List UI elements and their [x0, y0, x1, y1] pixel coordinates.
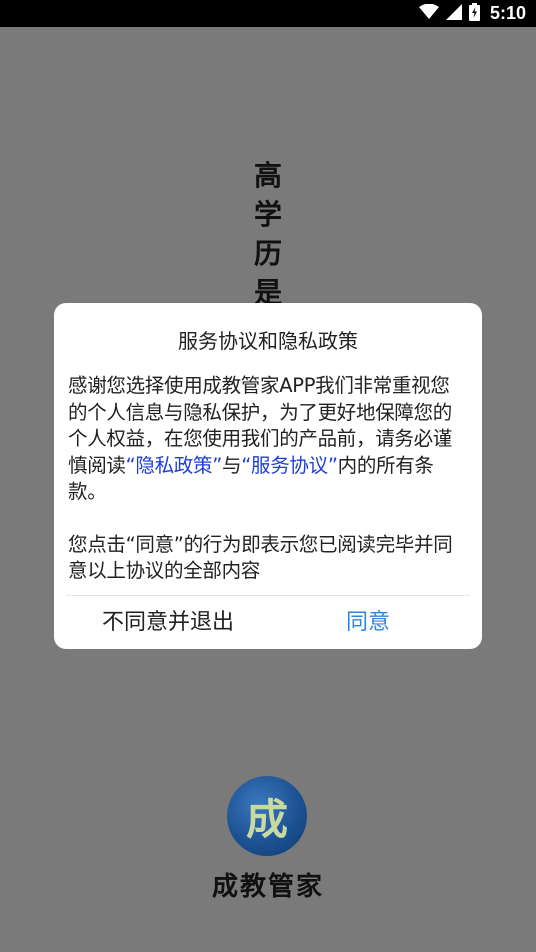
slogan-text: 高 学 历 是 [248, 156, 288, 312]
app-screen: 5:10 高 学 历 是 成 成教管家 服务协议和隐私政策 感谢您选择使用成教管… [0, 0, 536, 952]
battery-icon [468, 2, 480, 25]
dialog-body: 感谢您选择使用成教管家APP我们非常重视您的个人信息与隐私保护，为了更好地保障您… [68, 373, 468, 585]
service-agreement-link[interactable]: “服务协议” [241, 454, 338, 477]
signal-icon [445, 3, 462, 24]
privacy-dialog: 服务协议和隐私政策 感谢您选择使用成教管家APP我们非常重视您的个人信息与隐私保… [54, 303, 482, 649]
status-bar: 5:10 [0, 0, 536, 27]
slogan-char: 学 [253, 198, 282, 231]
wifi-icon [418, 3, 439, 24]
status-icons: 5:10 [418, 0, 526, 27]
brand-name: 成教管家 [211, 872, 324, 902]
privacy-policy-link[interactable]: “隐私政策” [126, 454, 223, 477]
logo-char: 成 [245, 794, 288, 844]
slogan-char: 历 [253, 237, 282, 270]
status-time: 5:10 [489, 3, 526, 23]
dialog-paragraph-agreement: 您点击“同意”的行为即表示您已阅读完毕并同意以上协议的全部内容 [68, 532, 453, 583]
slogan-char: 高 [253, 159, 282, 192]
app-logo: 成 [227, 776, 307, 856]
connector-text: 与 [222, 453, 242, 477]
dialog-paragraph-consent: 感谢您选择使用成教管家APP我们非常重视您的个人信息与隐私保护，为了更好地保障您… [68, 373, 468, 506]
dialog-title: 服务协议和隐私政策 [178, 329, 358, 353]
button-divider [66, 595, 470, 596]
agree-button[interactable]: 同意 [268, 599, 468, 647]
disagree-exit-button[interactable]: 不同意并退出 [68, 599, 268, 647]
